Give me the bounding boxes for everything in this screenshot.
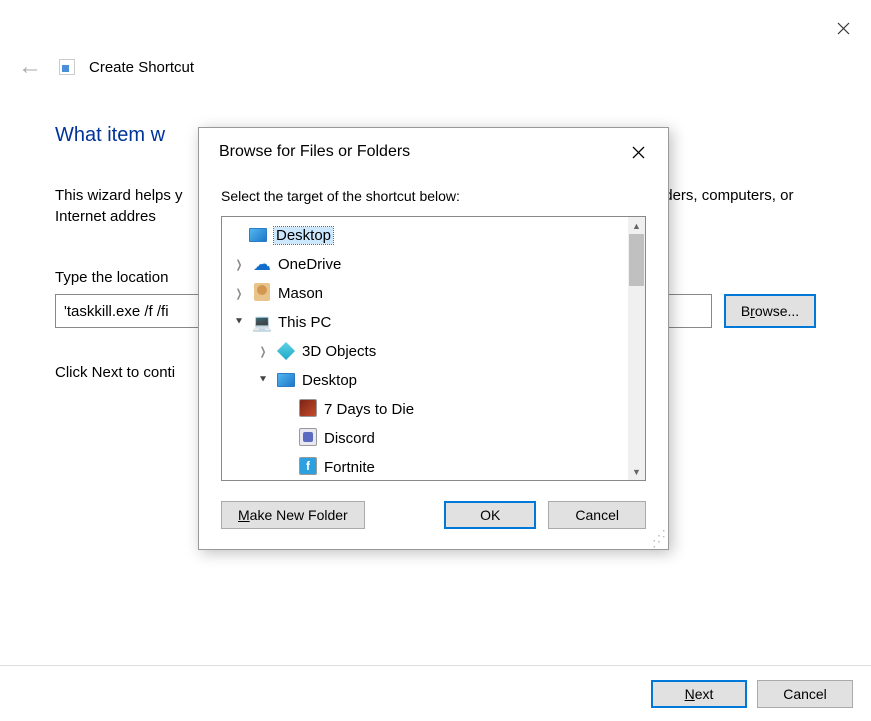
browse-dialog: Browse for Files or Folders Select the t… bbox=[198, 127, 669, 550]
chevron-down-icon[interactable]: ⯆ bbox=[232, 316, 246, 329]
tree-item-label: Mason bbox=[278, 285, 323, 302]
scroll-thumb[interactable] bbox=[629, 234, 644, 286]
tree-item-label: Desktop bbox=[302, 372, 357, 389]
discord-icon bbox=[298, 427, 318, 450]
shortcut-icon bbox=[59, 59, 75, 75]
wizard-title: Create Shortcut bbox=[89, 59, 194, 76]
tree-item[interactable]: Desktop bbox=[222, 221, 628, 250]
tree-item[interactable]: ❯ Mason bbox=[222, 279, 628, 308]
wizard-close-button[interactable] bbox=[829, 14, 857, 42]
tree-item-label: Discord bbox=[324, 430, 375, 447]
7days-icon bbox=[298, 398, 318, 421]
desktop-icon bbox=[276, 370, 296, 391]
pc-icon: 💻 bbox=[252, 313, 272, 333]
3d-icon bbox=[276, 341, 296, 363]
tree-item-label: This PC bbox=[278, 314, 331, 331]
tree-scrollbar[interactable]: ▲ ▼ bbox=[628, 217, 645, 480]
dialog-close-button[interactable] bbox=[622, 138, 654, 166]
dialog-title: Browse for Files or Folders bbox=[219, 143, 410, 161]
tree-item[interactable]: Fortnite bbox=[222, 453, 628, 480]
cancel-button[interactable]: Cancel bbox=[757, 680, 853, 708]
scroll-down-icon[interactable]: ▼ bbox=[628, 463, 645, 480]
next-button[interactable]: Next bbox=[651, 680, 747, 708]
tree-item-label: OneDrive bbox=[278, 256, 341, 273]
chevron-down-icon[interactable]: ⯆ bbox=[256, 374, 270, 387]
scroll-up-icon[interactable]: ▲ bbox=[628, 217, 645, 234]
tree-item[interactable]: ❯ ☁ OneDrive bbox=[222, 250, 628, 279]
wizard-footer: Next Cancel bbox=[0, 665, 871, 721]
tree-item[interactable]: Discord bbox=[222, 424, 628, 453]
wizard-header: ← Create Shortcut bbox=[0, 0, 871, 94]
dialog-titlebar: Browse for Files or Folders bbox=[199, 128, 668, 172]
dialog-subtitle: Select the target of the shortcut below: bbox=[199, 172, 668, 216]
chevron-right-icon[interactable]: ❯ bbox=[234, 258, 244, 271]
tree-item-label: 7 Days to Die bbox=[324, 401, 414, 418]
back-arrow-icon[interactable]: ← bbox=[15, 55, 45, 79]
make-new-folder-button[interactable]: Make New Folder bbox=[221, 501, 365, 529]
folder-tree: Desktop ❯ ☁ OneDrive ❯ Mason ⯆ 💻 This PC ❯ 3D Obje… bbox=[221, 216, 646, 481]
ok-button[interactable]: OK bbox=[444, 501, 536, 529]
fortnite-icon bbox=[298, 456, 318, 479]
tree-item[interactable]: ⯆ Desktop bbox=[222, 366, 628, 395]
tree-item-label: Desktop bbox=[274, 227, 333, 244]
tree-item[interactable]: ❯ 3D Objects bbox=[222, 337, 628, 366]
desktop-icon bbox=[248, 225, 268, 246]
browse-button[interactable]: Browse... bbox=[724, 294, 816, 328]
resize-grip-icon[interactable]: ⋰⋰ bbox=[652, 533, 666, 547]
tree-item[interactable]: ⯆ 💻 This PC bbox=[222, 308, 628, 337]
chevron-right-icon[interactable]: ❯ bbox=[234, 287, 244, 300]
tree-item[interactable]: 7 Days to Die bbox=[222, 395, 628, 424]
onedrive-icon: ☁ bbox=[252, 255, 272, 275]
user-icon bbox=[252, 282, 272, 305]
tree-item-label: Fortnite bbox=[324, 459, 375, 476]
tree-item-label: 3D Objects bbox=[302, 343, 376, 360]
dialog-cancel-button[interactable]: Cancel bbox=[548, 501, 646, 529]
chevron-right-icon[interactable]: ❯ bbox=[258, 345, 268, 358]
